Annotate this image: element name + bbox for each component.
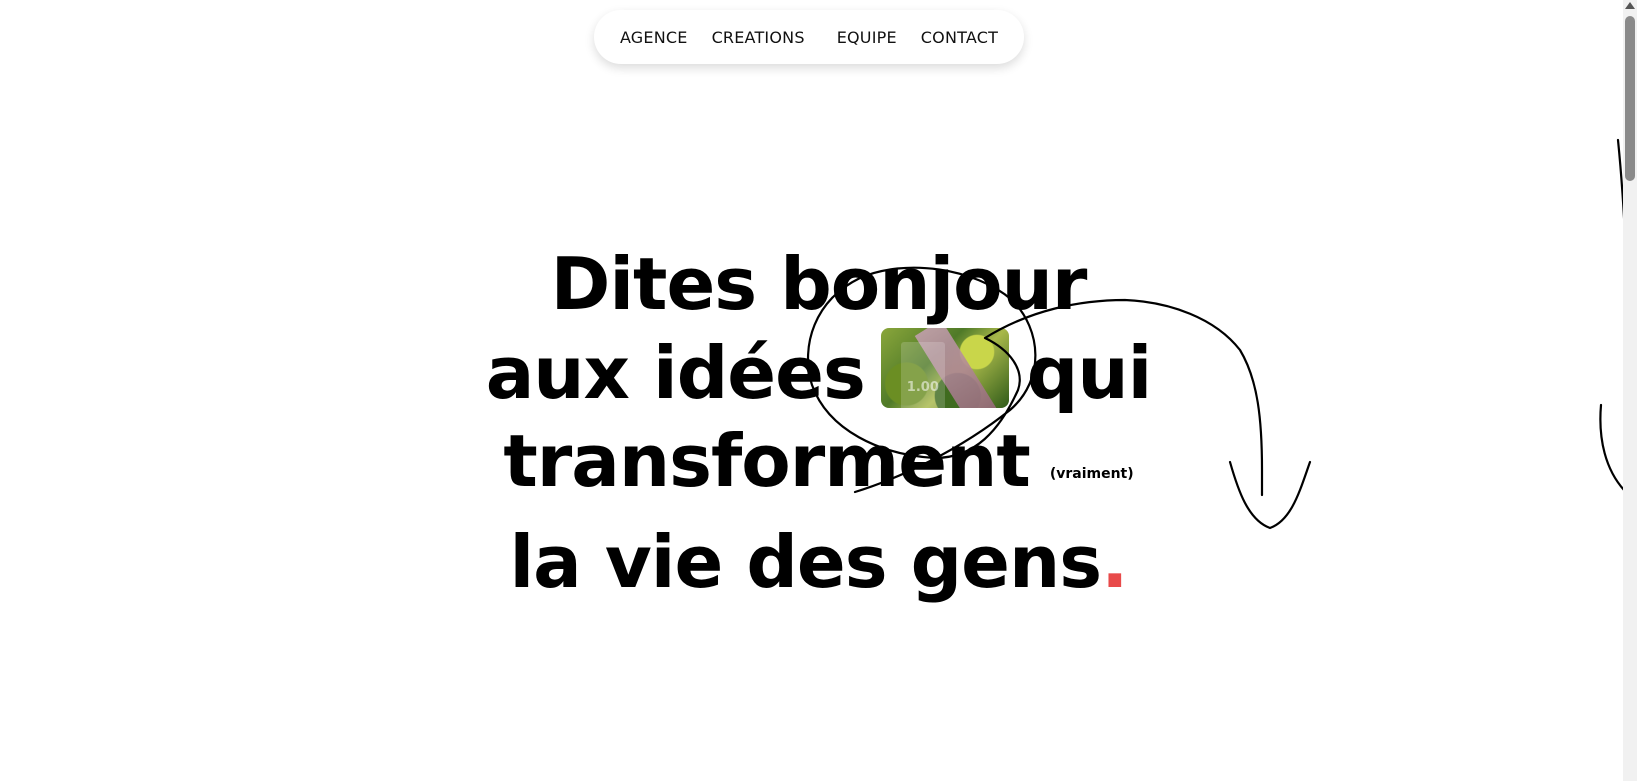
scroll-up-icon[interactable]	[1625, 2, 1635, 9]
page: AGENCE CREATIONS EQUIPE CONTACT Dites bo…	[0, 0, 1637, 781]
nav-item-creations[interactable]: CREATIONS	[700, 28, 825, 47]
nav-item-agence[interactable]: AGENCE	[608, 28, 700, 47]
hero-line-1: Dites bonjour	[550, 242, 1088, 326]
nav-item-contact[interactable]: CONTACT	[909, 28, 1010, 47]
nav-item-equipe[interactable]: EQUIPE	[825, 28, 909, 47]
vertical-scrollbar[interactable]	[1623, 0, 1637, 781]
hero-line-2-start: aux idées	[485, 331, 866, 415]
accent-dot: .	[1101, 520, 1128, 604]
video-time-badge: 1.00	[900, 342, 945, 408]
hero-headline: Dites bonjour aux idées 1.00 qui transform…	[0, 240, 1637, 606]
hero-line-4: la vie des gens.	[0, 518, 1637, 606]
main-nav: AGENCE CREATIONS EQUIPE CONTACT	[594, 10, 1024, 64]
hero-video-thumbnail[interactable]: 1.00	[880, 328, 1009, 408]
hero-line-4-text: la vie des gens	[509, 520, 1103, 604]
hero-line-2: aux idées 1.00 qui	[0, 328, 1637, 417]
hero-line-2-end: qui	[1026, 331, 1152, 415]
hero-aside-note: (vraiment)	[1049, 466, 1134, 482]
scroll-thumb[interactable]	[1625, 16, 1635, 181]
hero-line-3-text: transforment	[503, 419, 1030, 503]
hero-line-3: transforment (vraiment)	[0, 417, 1637, 518]
